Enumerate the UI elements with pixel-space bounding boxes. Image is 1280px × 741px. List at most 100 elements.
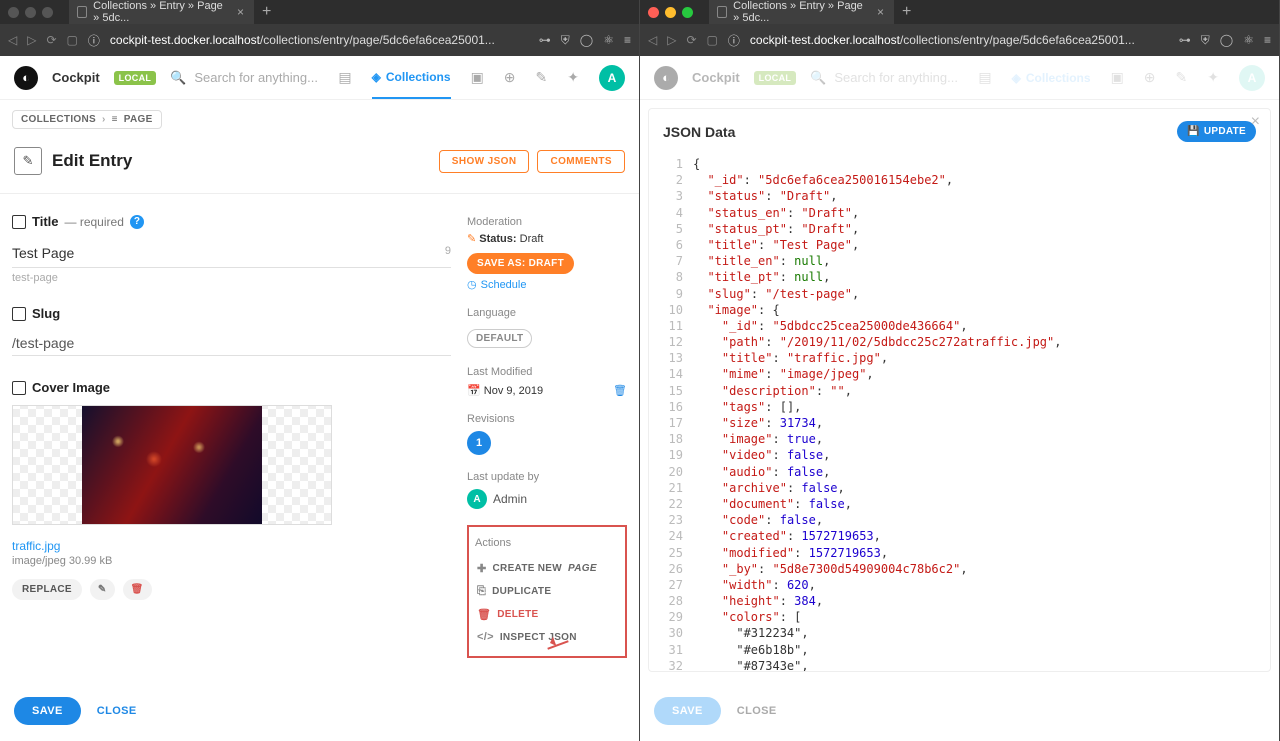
traffic-light-max[interactable]: [682, 7, 693, 18]
json-editor[interactable]: 1{2 "_id": "5dc6efa6cea250016154ebe2",3 …: [657, 152, 1262, 671]
key-icon[interactable]: ⊶: [539, 33, 551, 47]
history-icon[interactable]: 🗑: [613, 384, 627, 397]
save-as-button[interactable]: SAVE AS: DRAFT: [467, 253, 574, 274]
app-header: ◐ Cockpit LOCAL 🔍 Search for anything...…: [0, 56, 639, 100]
menu-icon[interactable]: ≡: [624, 33, 631, 47]
url-text[interactable]: cockpit-test.docker.localhost/collection…: [110, 33, 529, 47]
reload-icon[interactable]: ⟳: [686, 33, 696, 47]
clock-icon: ◷: [467, 278, 477, 291]
delete-image-icon[interactable]: 🗑: [123, 579, 152, 600]
shield-icon[interactable]: ⛨: [1201, 33, 1210, 48]
logo: ◐: [654, 66, 678, 90]
slug-value[interactable]: /test-page: [12, 331, 451, 356]
logo[interactable]: ◐: [14, 66, 38, 90]
close-tab-icon[interactable]: ×: [237, 5, 244, 19]
user-avatar[interactable]: A: [599, 65, 625, 91]
app-header: ◐ Cockpit LOCAL 🔍 Search for anything...…: [640, 56, 1279, 100]
collections-icon: ◈: [372, 70, 381, 84]
revisions-heading: Revisions: [467, 413, 627, 425]
react-icon[interactable]: ⚛: [603, 33, 614, 47]
revision-count[interactable]: 1: [467, 431, 491, 455]
search-placeholder: Search for anything...: [194, 70, 318, 85]
title-char-count: 9: [445, 245, 451, 257]
schedule-link[interactable]: ◷Schedule: [467, 278, 627, 291]
last-update-user: A Admin: [467, 489, 627, 509]
new-tab-button[interactable]: +: [894, 3, 919, 21]
bookmark-icon[interactable]: ▢: [707, 33, 718, 47]
lastby-heading: Last update by: [467, 471, 627, 483]
dashboard-icon: ▤: [978, 69, 991, 86]
search-placeholder: Search for anything...: [834, 70, 958, 85]
lastmod-value: 📅 Nov 9, 2019 🗑: [467, 384, 627, 397]
ext-icon[interactable]: ◯: [1220, 33, 1233, 47]
slug-label: Slug: [12, 306, 451, 321]
info-icon[interactable]: ?: [130, 215, 144, 229]
react-icon[interactable]: ⚛: [1243, 33, 1254, 47]
forward-icon[interactable]: ▷: [667, 33, 676, 47]
addons-icon[interactable]: ✦: [567, 69, 579, 86]
bookmark-icon[interactable]: ▢: [67, 33, 78, 47]
forward-icon[interactable]: ▷: [27, 33, 36, 47]
traffic-light-min[interactable]: [25, 7, 36, 18]
dashboard-icon[interactable]: ▤: [338, 69, 351, 86]
lastmod-heading: Last Modified: [467, 366, 627, 378]
close-button[interactable]: CLOSE: [737, 705, 777, 717]
action-duplicate[interactable]: ⎘DUPLICATE: [475, 580, 619, 603]
json-title: JSON Data: [663, 124, 735, 140]
edit-image-icon[interactable]: ✎: [90, 579, 115, 600]
back-icon[interactable]: ◁: [8, 33, 17, 47]
page-title: Edit Entry: [52, 151, 132, 171]
key-icon[interactable]: ⊶: [1179, 33, 1191, 47]
pencil-icon[interactable]: ✎: [467, 233, 476, 245]
back-icon[interactable]: ◁: [648, 33, 657, 47]
show-json-button[interactable]: SHOW JSON: [439, 150, 530, 173]
tab-title: Collections » Entry » Page » 5dc...: [93, 0, 231, 24]
url-bar: ◁ ▷ ⟳ ▢ ⓘ cockpit-test.docker.localhost/…: [0, 24, 639, 56]
title-input[interactable]: Test Page: [12, 239, 451, 268]
traffic-light-close[interactable]: [648, 7, 659, 18]
nav-collections[interactable]: ◈Collections: [372, 57, 451, 99]
update-button[interactable]: 💾UPDATE: [1177, 121, 1256, 142]
close-icon[interactable]: ×: [1251, 113, 1260, 131]
cover-preview[interactable]: [12, 405, 332, 525]
reload-icon[interactable]: ⟳: [46, 33, 56, 47]
traffic-light-max[interactable]: [42, 7, 53, 18]
comments-button[interactable]: COMMENTS: [537, 150, 625, 173]
replace-button[interactable]: REPLACE: [12, 579, 82, 600]
breadcrumb-pill[interactable]: COLLECTIONS› ≡ PAGE: [12, 110, 162, 129]
nav-collections: ◈Collections: [1012, 58, 1091, 98]
lock-icon: ⓘ: [88, 32, 100, 49]
menu-icon[interactable]: ≡: [1264, 33, 1271, 47]
title-hint: test-page: [12, 268, 451, 306]
global-search[interactable]: 🔍 Search for anything...: [170, 70, 324, 86]
plus-icon: ✚: [477, 562, 487, 575]
title-label: Title — required ?: [12, 214, 451, 229]
singletons-icon[interactable]: ▣: [471, 69, 484, 86]
action-create-new[interactable]: ✚CREATE NEW PAGE: [475, 557, 619, 580]
cover-filename[interactable]: traffic.jpg: [12, 539, 332, 553]
edit-entry-icon: ✎: [14, 147, 42, 175]
ext-icon[interactable]: ◯: [580, 33, 593, 47]
cover-image: [82, 406, 262, 524]
favicon: [717, 6, 727, 18]
action-delete[interactable]: 🗑DELETE: [475, 603, 619, 626]
field-icon: [12, 307, 26, 321]
field-icon: [12, 381, 26, 395]
page-header: ✎ Edit Entry SHOW JSON COMMENTS: [0, 139, 639, 194]
field-icon: [12, 215, 26, 229]
traffic-light-close[interactable]: [8, 7, 19, 18]
save-button[interactable]: SAVE: [14, 697, 81, 725]
language-heading: Language: [467, 307, 627, 319]
close-tab-icon[interactable]: ×: [877, 5, 884, 19]
language-select[interactable]: DEFAULT: [467, 329, 532, 348]
new-tab-button[interactable]: +: [254, 3, 279, 21]
close-button[interactable]: CLOSE: [97, 705, 137, 717]
traffic-light-min[interactable]: [665, 7, 676, 18]
globe-icon[interactable]: ⊕: [504, 69, 516, 86]
url-text[interactable]: cockpit-test.docker.localhost/collection…: [750, 33, 1169, 47]
assets-icon[interactable]: ✎: [536, 69, 548, 86]
save-button: SAVE: [654, 697, 721, 725]
env-badge: LOCAL: [114, 71, 157, 85]
shield-icon[interactable]: ⛨: [561, 33, 570, 48]
window-controls: Collections » Entry » Page » 5dc... × +: [640, 0, 1279, 24]
